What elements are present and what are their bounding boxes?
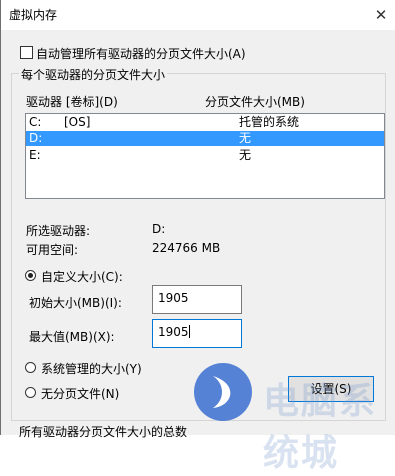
custom-size-label[interactable]: 自定义大小(C):	[41, 268, 123, 285]
drive-letter: D:	[29, 131, 43, 145]
group-title: 每个驱动器的分页文件大小	[19, 66, 168, 83]
initial-size-value: 1905	[158, 291, 189, 305]
drive-paging-size: 无	[239, 148, 252, 162]
selected-drive-value: D:	[152, 222, 166, 236]
initial-size-label: 初始大小(MB)(I):	[29, 296, 122, 310]
drive-row-c[interactable]: C: [OS] 托管的系统	[26, 115, 384, 130]
drive-paging-size: 无	[239, 131, 252, 145]
watermark-logo-icon	[194, 363, 252, 421]
window-title: 虚拟内存	[9, 8, 58, 22]
column-header-drive: 驱动器 [卷标](D)	[26, 95, 118, 109]
title-bar: 虚拟内存 ✕	[1, 0, 395, 30]
auto-manage-checkbox[interactable]	[20, 46, 33, 59]
drive-letter: C:	[29, 115, 42, 129]
auto-manage-label[interactable]: 自动管理所有驱动器的分页文件大小(A)	[36, 45, 246, 62]
no-paging-file-label[interactable]: 无分页文件(N)	[41, 385, 119, 402]
drive-paging-size: 托管的系统	[239, 115, 300, 129]
selected-drive-label: 所选驱动器:	[26, 224, 91, 238]
virtual-memory-dialog: 虚拟内存 ✕ 自动管理所有驱动器的分页文件大小(A) 每个驱动器的分页文件大小 …	[0, 0, 395, 474]
free-space-label: 可用空间:	[26, 243, 79, 257]
drive-row-d[interactable]: D: 无	[26, 131, 384, 146]
drive-volume-label: [OS]	[64, 115, 91, 129]
text-caret	[188, 325, 190, 338]
drive-letter: E:	[29, 148, 41, 162]
custom-size-radio[interactable]	[25, 270, 36, 281]
free-space-value: 224766 MB	[152, 241, 221, 255]
close-button[interactable]: ✕	[366, 0, 395, 30]
max-size-value: 1905	[158, 325, 189, 339]
max-size-label: 最大值(MB)(X):	[29, 330, 115, 344]
system-managed-label[interactable]: 系统管理的大小(Y)	[41, 360, 142, 377]
total-section-title: 所有驱动器分页文件大小的总数	[19, 425, 188, 439]
close-icon: ✕	[374, 6, 388, 24]
watermark-text: 电脑系统城	[263, 381, 378, 474]
no-paging-file-radio[interactable]	[25, 387, 36, 398]
max-size-input[interactable]: 1905	[152, 319, 242, 348]
drive-row-e[interactable]: E: 无	[26, 148, 384, 163]
initial-size-input[interactable]: 1905	[152, 285, 242, 314]
drive-list[interactable]: C: [OS] 托管的系统 D: 无 E: 无	[25, 113, 385, 199]
column-header-size: 分页文件大小(MB)	[205, 95, 305, 109]
system-managed-radio[interactable]	[25, 362, 36, 373]
